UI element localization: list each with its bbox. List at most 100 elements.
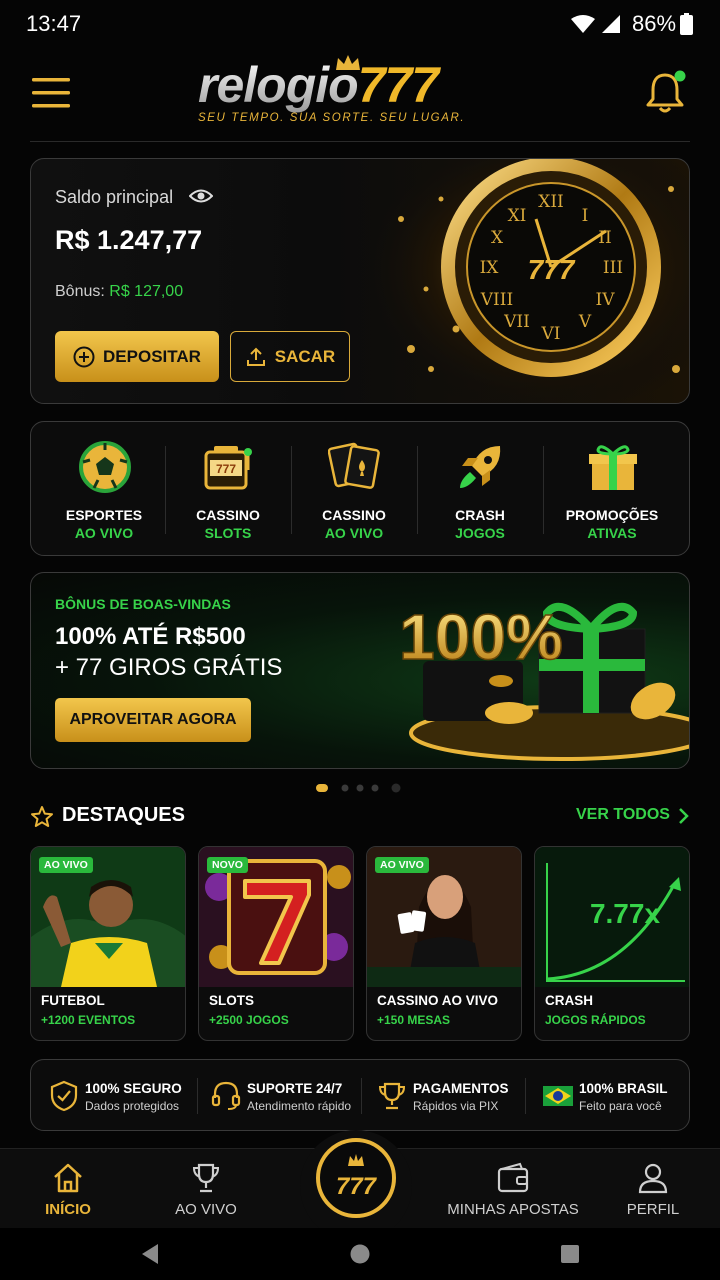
svg-text:V: V [578, 312, 592, 332]
svg-text:III: III [603, 258, 623, 278]
withdraw-label: SACAR [274, 346, 336, 366]
new-badge: NOVO [207, 857, 248, 873]
trust-sub: Dados protegidos [85, 1099, 180, 1113]
divider [197, 1078, 198, 1114]
trust-sub: Atendimento rápido [247, 1099, 352, 1113]
claim-bonus-button[interactable]: APROVEITAR AGORA [55, 698, 251, 742]
promo-eyebrow: BÔNUS DE BOAS-VINDAS [55, 596, 231, 612]
tile-subtitle: +150 MESAS [377, 1013, 451, 1027]
svg-text:777: 777 [528, 254, 576, 285]
gift-icon [589, 445, 637, 490]
home-circle-icon[interactable] [350, 1244, 370, 1264]
crash-graph-art: 7.77x [535, 847, 689, 987]
live-badge: AO VIVO [39, 857, 93, 873]
headset-icon [211, 1081, 241, 1110]
rocket-icon [460, 446, 501, 488]
trust-title: 100% SEGURO [85, 1081, 182, 1096]
star-icon [31, 806, 53, 827]
tile-title: FUTEBOL [41, 993, 105, 1008]
deposit-button[interactable]: DEPOSITAR [55, 331, 219, 382]
header-divider [30, 141, 690, 142]
svg-text:IX: IX [480, 258, 500, 278]
trust-title: 100% BRASIL [579, 1081, 668, 1096]
tile-crash[interactable]: 7.77x CRASH JOGOS RÁPIDOS [534, 846, 690, 1041]
system-nav-bar [0, 1228, 720, 1280]
tile-subtitle: +1200 EVENTOS [41, 1013, 136, 1027]
category-cassino-ao-vivo[interactable]: CASSINO AO VIVO [291, 422, 417, 557]
battery-percent: 86% [632, 11, 677, 36]
slot-machine-icon: 777 [204, 446, 252, 490]
tile-subtitle: +2500 JOGOS [209, 1013, 289, 1027]
category-promocoes[interactable]: PROMOÇÕES ATIVAS [549, 422, 675, 557]
promo-title: 100% ATÉ R$500 [55, 623, 246, 650]
nav-profile[interactable]: PERFIL [604, 1149, 702, 1229]
balance-value: R$ 1.247,77 [55, 225, 203, 255]
balance-label: Saldo principal [55, 187, 174, 207]
svg-text:VIII: VIII [480, 290, 513, 310]
status-time: 13:47 [26, 11, 82, 36]
recents-icon[interactable] [560, 1244, 580, 1264]
svg-text:VII: VII [503, 312, 530, 332]
bonus-value: R$ 127,00 [109, 283, 184, 300]
svg-text:I: I [582, 206, 589, 226]
divider [543, 446, 544, 534]
nav-home[interactable]: INÍCIO [18, 1149, 118, 1229]
category-esportes[interactable]: ESPORTES AO VIVO [41, 422, 167, 557]
logo-tagline: SEU TEMPO. SUA SORTE. SEU LUGAR. [198, 112, 466, 124]
trust-title: SUPORTE 24/7 [247, 1081, 343, 1096]
nav-live[interactable]: AO VIVO [156, 1149, 256, 1229]
category-sublabel: SLOTS [204, 525, 252, 541]
category-bar: ESPORTES AO VIVO 777 CASSINO SLOTS CASSI… [30, 421, 690, 556]
menu-icon[interactable] [30, 76, 72, 110]
divider [525, 1078, 526, 1114]
chevron-right-icon[interactable] [676, 807, 690, 825]
category-sublabel: JOGOS [455, 525, 505, 541]
soccer-ball-icon [79, 441, 131, 493]
logo-text: relogio777 [198, 57, 439, 113]
carousel-dot [341, 784, 349, 792]
promo-banner[interactable]: 100% BÔNUS DE BOAS-VINDAS 100% ATÉ R$500… [30, 572, 690, 769]
carousel-dot [356, 784, 364, 792]
category-label: PROMOÇÕES [565, 507, 659, 523]
category-label: CASSINO [322, 507, 386, 523]
carousel-dots[interactable] [316, 783, 406, 793]
carousel-dot [371, 784, 379, 792]
battery-icon [680, 13, 693, 35]
carousel-dot-active [316, 784, 328, 792]
deposit-label: DEPOSITAR [103, 346, 201, 366]
back-icon[interactable] [140, 1243, 160, 1265]
tile-slots[interactable]: NOVO SLOTS +2500 JOGOS [198, 846, 354, 1041]
bonus-label: Bônus: [55, 283, 105, 300]
see-all-link[interactable]: VER TODOS [576, 806, 670, 824]
carousel-dot [391, 783, 401, 793]
777-badge-icon: 777 [316, 1138, 396, 1218]
tile-futebol[interactable]: AO VIVO FUTEBOL +1200 EVENTOS [30, 846, 186, 1041]
notification-bell-icon[interactable] [644, 68, 686, 116]
svg-text:XII: XII [538, 192, 564, 212]
trust-strip: 100% SEGURO Dados protegidos SUPORTE 24/… [30, 1059, 690, 1131]
trust-sub: Rápidos via PIX [413, 1099, 499, 1113]
nav-my-bets[interactable]: MINHAS APOSTAS [440, 1149, 586, 1229]
eye-icon[interactable] [189, 185, 213, 207]
category-cassino-slots[interactable]: 777 CASSINO SLOTS [165, 422, 291, 557]
wallet-icon [497, 1162, 529, 1193]
bonus-line: Bônus: R$ 127,00 [55, 283, 183, 301]
svg-text:777: 777 [216, 462, 236, 476]
promo-illustration: 100% [398, 600, 689, 761]
crash-multiplier: 7.77x [590, 898, 660, 929]
category-label: ESPORTES [65, 507, 143, 523]
tile-cassino-ao-vivo[interactable]: AO VIVO CASSINO AO VIVO +150 MESAS [366, 846, 522, 1041]
home-icon [54, 1163, 82, 1193]
trust-sub: Feito para você [579, 1099, 662, 1113]
withdraw-button[interactable]: SACAR [230, 331, 350, 382]
promo-subtitle: + 77 GIROS GRÁTIS [55, 654, 283, 681]
live-badge: AO VIVO [375, 857, 429, 873]
nav-center-777-button[interactable]: 777 [300, 1130, 412, 1242]
trophy-icon [192, 1163, 220, 1193]
category-sublabel: AO VIVO [324, 525, 384, 541]
notification-dot [674, 70, 686, 82]
category-crash[interactable]: CRASH JOGOS [417, 422, 543, 557]
status-bar: 13:47 86% [0, 0, 720, 48]
tile-subtitle: JOGOS RÁPIDOS [545, 1013, 646, 1027]
wifi-icon [571, 15, 595, 33]
